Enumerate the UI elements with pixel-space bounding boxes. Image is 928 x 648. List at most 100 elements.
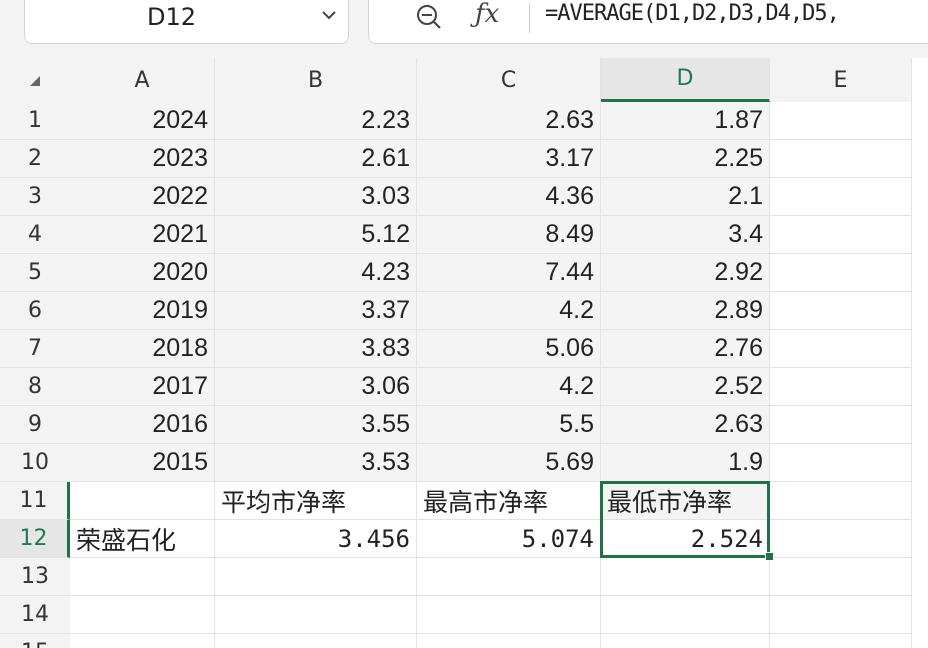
cell-c10[interactable]: 5.69 bbox=[417, 444, 601, 482]
cell-a3[interactable]: 2022 bbox=[70, 178, 215, 216]
cell-c9[interactable]: 5.5 bbox=[417, 406, 601, 444]
cell-a4[interactable]: 2021 bbox=[70, 216, 215, 254]
cell-a12[interactable]: 荣盛石化 bbox=[70, 520, 215, 558]
cell-c8[interactable]: 4.2 bbox=[417, 368, 601, 406]
cell-a13[interactable] bbox=[70, 558, 215, 596]
row-header-15[interactable]: 15 bbox=[0, 634, 70, 648]
row-header-14[interactable]: 14 bbox=[0, 596, 70, 634]
cell-e3[interactable] bbox=[770, 178, 912, 216]
cell-a7[interactable]: 2018 bbox=[70, 330, 215, 368]
cell-b6[interactable]: 3.37 bbox=[215, 292, 417, 330]
row-header-9[interactable]: 9 bbox=[0, 406, 70, 444]
cell-e1[interactable] bbox=[770, 102, 912, 140]
cell-a10[interactable]: 2015 bbox=[70, 444, 215, 482]
column-header-b[interactable]: B bbox=[215, 58, 417, 102]
select-all-button[interactable] bbox=[0, 58, 70, 102]
cell-b3[interactable]: 3.03 bbox=[215, 178, 417, 216]
row-header-13[interactable]: 13 bbox=[0, 558, 70, 596]
cell-e4[interactable] bbox=[770, 216, 912, 254]
cell-d3[interactable]: 2.1 bbox=[601, 178, 770, 216]
cell-a14[interactable] bbox=[70, 596, 215, 634]
cell-c2[interactable]: 3.17 bbox=[417, 140, 601, 178]
formula-input[interactable]: =AVERAGE(D1,D2,D3,D4,D5, bbox=[545, 1, 840, 26]
cell-d10[interactable]: 1.9 bbox=[601, 444, 770, 482]
cell-d1[interactable]: 1.87 bbox=[601, 102, 770, 140]
column-header-c[interactable]: C bbox=[417, 58, 601, 102]
cell-d2[interactable]: 2.25 bbox=[601, 140, 770, 178]
cell-b9[interactable]: 3.55 bbox=[215, 406, 417, 444]
cell-e8[interactable] bbox=[770, 368, 912, 406]
cell-d15[interactable] bbox=[601, 634, 770, 648]
cell-e10[interactable] bbox=[770, 444, 912, 482]
cell-d14[interactable] bbox=[601, 596, 770, 634]
cell-e15[interactable] bbox=[770, 634, 912, 648]
cell-c14[interactable] bbox=[417, 596, 601, 634]
column-header-a[interactable]: A bbox=[70, 58, 215, 102]
cell-e13[interactable] bbox=[770, 558, 912, 596]
cell-d5[interactable]: 2.92 bbox=[601, 254, 770, 292]
cell-b7[interactable]: 3.83 bbox=[215, 330, 417, 368]
fill-handle-icon[interactable] bbox=[765, 552, 774, 561]
cell-b13[interactable] bbox=[215, 558, 417, 596]
cell-d7[interactable]: 2.76 bbox=[601, 330, 770, 368]
cell-e12[interactable] bbox=[770, 520, 912, 558]
chevron-down-icon[interactable] bbox=[321, 9, 337, 21]
cell-c3[interactable]: 4.36 bbox=[417, 178, 601, 216]
cell-b8[interactable]: 3.06 bbox=[215, 368, 417, 406]
cell-a1[interactable]: 2024 bbox=[70, 102, 215, 140]
cell-a6[interactable]: 2019 bbox=[70, 292, 215, 330]
cell-a2[interactable]: 2023 bbox=[70, 140, 215, 178]
cell-c15[interactable] bbox=[417, 634, 601, 648]
cell-b15[interactable] bbox=[215, 634, 417, 648]
active-cell[interactable]: 2.524 bbox=[601, 520, 770, 558]
column-header-d[interactable]: D bbox=[601, 58, 770, 102]
cell-c4[interactable]: 8.49 bbox=[417, 216, 601, 254]
cell-e6[interactable] bbox=[770, 292, 912, 330]
cell-a15[interactable] bbox=[70, 634, 215, 648]
row-header-5[interactable]: 5 bbox=[0, 254, 70, 292]
fx-icon[interactable]: ƒx bbox=[475, 0, 499, 29]
row-header-8[interactable]: 8 bbox=[0, 368, 70, 406]
cell-c12[interactable]: 5.074 bbox=[417, 520, 601, 558]
cell-c6[interactable]: 4.2 bbox=[417, 292, 601, 330]
cell-a9[interactable]: 2016 bbox=[70, 406, 215, 444]
cell-c11[interactable]: 最高市净率 bbox=[417, 482, 601, 520]
row-header-10[interactable]: 10 bbox=[0, 444, 70, 482]
cell-e5[interactable] bbox=[770, 254, 912, 292]
row-header-12[interactable]: 12 bbox=[0, 520, 70, 558]
cell-b11[interactable]: 平均市净率 bbox=[215, 482, 417, 520]
column-header-e[interactable]: E bbox=[770, 58, 912, 102]
cell-c5[interactable]: 7.44 bbox=[417, 254, 601, 292]
cell-b2[interactable]: 2.61 bbox=[215, 140, 417, 178]
cell-d4[interactable]: 3.4 bbox=[601, 216, 770, 254]
cell-e9[interactable] bbox=[770, 406, 912, 444]
cell-e11[interactable] bbox=[770, 482, 912, 520]
cell-d8[interactable]: 2.52 bbox=[601, 368, 770, 406]
row-header-3[interactable]: 3 bbox=[0, 178, 70, 216]
cell-b4[interactable]: 5.12 bbox=[215, 216, 417, 254]
cell-d6[interactable]: 2.89 bbox=[601, 292, 770, 330]
cell-c13[interactable] bbox=[417, 558, 601, 596]
formula-bar[interactable]: ƒx =AVERAGE(D1,D2,D3,D4,D5, bbox=[368, 0, 928, 44]
cell-a5[interactable]: 2020 bbox=[70, 254, 215, 292]
cell-d11[interactable]: 最低市净率 bbox=[601, 482, 770, 520]
cell-e14[interactable] bbox=[770, 596, 912, 634]
cell-a8[interactable]: 2017 bbox=[70, 368, 215, 406]
cell-b12[interactable]: 3.456 bbox=[215, 520, 417, 558]
cell-c1[interactable]: 2.63 bbox=[417, 102, 601, 140]
name-box[interactable]: D12 bbox=[24, 0, 349, 44]
zoom-icon[interactable] bbox=[415, 3, 443, 31]
cell-d13[interactable] bbox=[601, 558, 770, 596]
row-header-2[interactable]: 2 bbox=[0, 140, 70, 178]
row-header-11[interactable]: 11 bbox=[0, 482, 70, 520]
cell-a11[interactable] bbox=[70, 482, 215, 520]
cell-b1[interactable]: 2.23 bbox=[215, 102, 417, 140]
row-header-4[interactable]: 4 bbox=[0, 216, 70, 254]
row-header-1[interactable]: 1 bbox=[0, 102, 70, 140]
cell-c7[interactable]: 5.06 bbox=[417, 330, 601, 368]
cell-e7[interactable] bbox=[770, 330, 912, 368]
row-header-6[interactable]: 6 bbox=[0, 292, 70, 330]
cell-b10[interactable]: 3.53 bbox=[215, 444, 417, 482]
cell-d9[interactable]: 2.63 bbox=[601, 406, 770, 444]
cell-b14[interactable] bbox=[215, 596, 417, 634]
